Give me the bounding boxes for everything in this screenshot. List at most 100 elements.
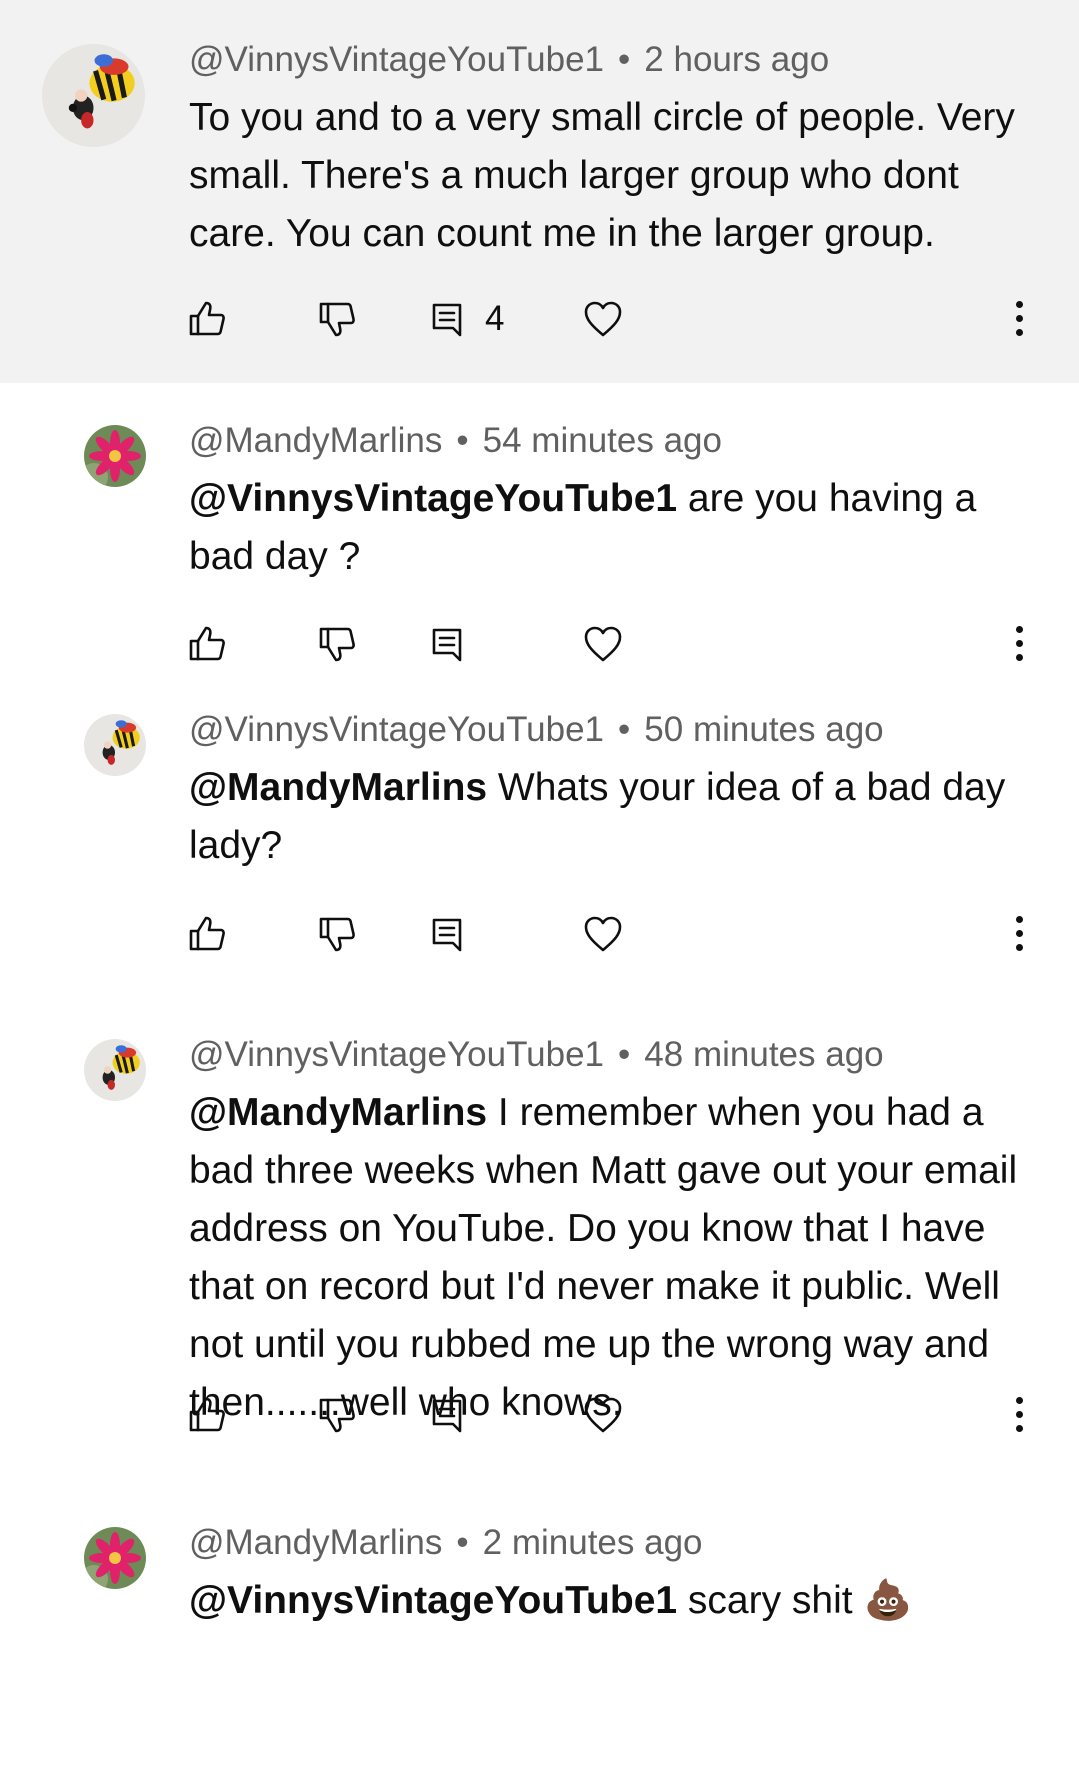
like-button[interactable] (185, 912, 229, 956)
avatar-pink-flower[interactable] (84, 425, 146, 487)
timestamp[interactable]: 2 minutes ago (483, 1523, 703, 1562)
timestamp[interactable]: 2 hours ago (644, 40, 829, 79)
dislike-button[interactable] (315, 622, 359, 666)
dislike-button[interactable] (315, 912, 359, 956)
more-actions-button[interactable] (1009, 912, 1029, 956)
mention-link[interactable]: @VinnysVintageYouTube1 (189, 477, 677, 520)
dislike-button[interactable] (315, 297, 359, 341)
separator-dot: • (618, 1035, 631, 1074)
comment-reply: @VinnysVintageYouTube1 • 48 minutes ago @M… (0, 1031, 1079, 1511)
avatar-bee-plush[interactable] (84, 714, 146, 776)
comment-meta: @VinnysVintageYouTube1 • 50 minutes ago (189, 710, 884, 750)
comment-actions (189, 622, 1049, 666)
comment-body: scary shit (677, 1579, 864, 1622)
comment-text: @MandyMarlins Whats your idea of a bad d… (189, 759, 1049, 875)
more-vert-icon-dot (1016, 930, 1023, 937)
separator-dot: • (618, 40, 631, 79)
avatar-bee-plush[interactable] (84, 1039, 146, 1101)
more-actions-button[interactable] (1009, 1393, 1029, 1437)
poop-emoji-icon: 💩 (863, 1579, 913, 1622)
comment-icon (432, 918, 462, 952)
heart-button[interactable] (581, 1393, 625, 1437)
more-vert-icon-dot (1016, 640, 1023, 647)
separator-dot: • (456, 421, 469, 460)
mention-link[interactable]: @MandyMarlins (189, 766, 487, 809)
heart-icon (584, 626, 622, 662)
comment-actions: 4 (189, 297, 1049, 341)
comment-meta: @MandyMarlins • 2 minutes ago (189, 1523, 703, 1563)
more-actions-button[interactable] (1009, 297, 1029, 341)
thumbs-up-icon (189, 1397, 225, 1432)
timestamp[interactable]: 50 minutes ago (644, 710, 883, 749)
thumbs-down-icon (319, 302, 355, 337)
pink-flower-image (84, 425, 146, 487)
comment-icon (432, 303, 462, 337)
timestamp[interactable]: 54 minutes ago (483, 421, 722, 460)
like-button[interactable] (185, 622, 229, 666)
author-name[interactable]: @VinnysVintageYouTube1 (189, 40, 604, 79)
more-vert-icon (1016, 916, 1023, 923)
reply-button[interactable] (425, 622, 469, 666)
reply-button[interactable]: 4 (425, 297, 504, 341)
heart-icon (584, 916, 622, 952)
reply-button[interactable] (425, 1393, 469, 1437)
like-button[interactable] (185, 297, 229, 341)
like-button[interactable] (185, 1393, 229, 1437)
more-vert-icon-dot (1016, 1425, 1023, 1432)
mention-link[interactable]: @MandyMarlins (189, 1091, 487, 1134)
comment-body: I remember when you had a bad three week… (189, 1091, 1018, 1424)
more-vert-icon-dot (1016, 315, 1023, 322)
comment-reply: @MandyMarlins • 54 minutes ago @VinnysVint… (0, 383, 1079, 706)
comment-text: @MandyMarlins I remember when you had a … (189, 1084, 1049, 1432)
thumbs-up-icon (189, 301, 225, 336)
mention-link[interactable]: @VinnysVintageYouTube1 (189, 1579, 677, 1622)
comment-actions (189, 912, 1049, 956)
comment-icon (432, 628, 462, 662)
author-name[interactable]: @VinnysVintageYouTube1 (189, 710, 604, 749)
more-vert-icon (1016, 301, 1023, 308)
comment-meta: @MandyMarlins • 54 minutes ago (189, 421, 722, 461)
bee-plush-image (84, 1039, 146, 1101)
comment-reply: @VinnysVintageYouTube1 • 50 minutes ago @M… (0, 706, 1079, 1031)
comment-meta: @VinnysVintageYouTube1 • 2 hours ago (189, 40, 829, 80)
avatar-bee-plush[interactable] (42, 44, 145, 147)
bee-plush-image (42, 44, 145, 147)
heart-icon (584, 301, 622, 337)
more-vert-icon-dot (1016, 654, 1023, 661)
separator-dot: • (456, 1523, 469, 1562)
bee-plush-image (84, 714, 146, 776)
thumbs-up-icon (189, 916, 225, 951)
comment-body: To you and to a very small circle of peo… (189, 96, 1015, 255)
author-name[interactable]: @MandyMarlins (189, 1523, 442, 1562)
more-vert-icon-dot (1016, 329, 1023, 336)
separator-dot: • (618, 710, 631, 749)
reply-count: 4 (485, 299, 505, 338)
thumbs-down-icon (319, 917, 355, 952)
comment-meta: @VinnysVintageYouTube1 • 48 minutes ago (189, 1035, 884, 1075)
avatar-pink-flower[interactable] (84, 1527, 146, 1589)
more-vert-icon (1016, 626, 1023, 633)
comment-text: @VinnysVintageYouTube1 are you having a … (189, 470, 1049, 586)
comment-icon (432, 1399, 462, 1433)
more-actions-button[interactable] (1009, 622, 1029, 666)
reply-button[interactable] (425, 912, 469, 956)
comment-text: To you and to a very small circle of peo… (189, 89, 1049, 263)
heart-button[interactable] (581, 622, 625, 666)
comment-text: @VinnysVintageYouTube1 scary shit 💩 (189, 1572, 1049, 1630)
heart-icon (584, 1397, 622, 1433)
author-name[interactable]: @VinnysVintageYouTube1 (189, 1035, 604, 1074)
more-vert-icon (1016, 1397, 1023, 1404)
thumbs-down-icon (319, 627, 355, 662)
heart-button[interactable] (581, 912, 625, 956)
pink-flower-image (84, 1527, 146, 1589)
comment-highlighted: @VinnysVintageYouTube1 • 2 hours ago To yo… (0, 0, 1079, 383)
more-vert-icon-dot (1016, 1411, 1023, 1418)
heart-button[interactable] (581, 297, 625, 341)
comment-reply: @MandyMarlins • 2 minutes ago @VinnysVinta… (0, 1511, 1079, 1766)
timestamp[interactable]: 48 minutes ago (644, 1035, 883, 1074)
dislike-button[interactable] (315, 1393, 359, 1437)
comment-actions (189, 1393, 1049, 1437)
more-vert-icon-dot (1016, 944, 1023, 951)
thumbs-down-icon (319, 1398, 355, 1433)
author-name[interactable]: @MandyMarlins (189, 421, 442, 460)
